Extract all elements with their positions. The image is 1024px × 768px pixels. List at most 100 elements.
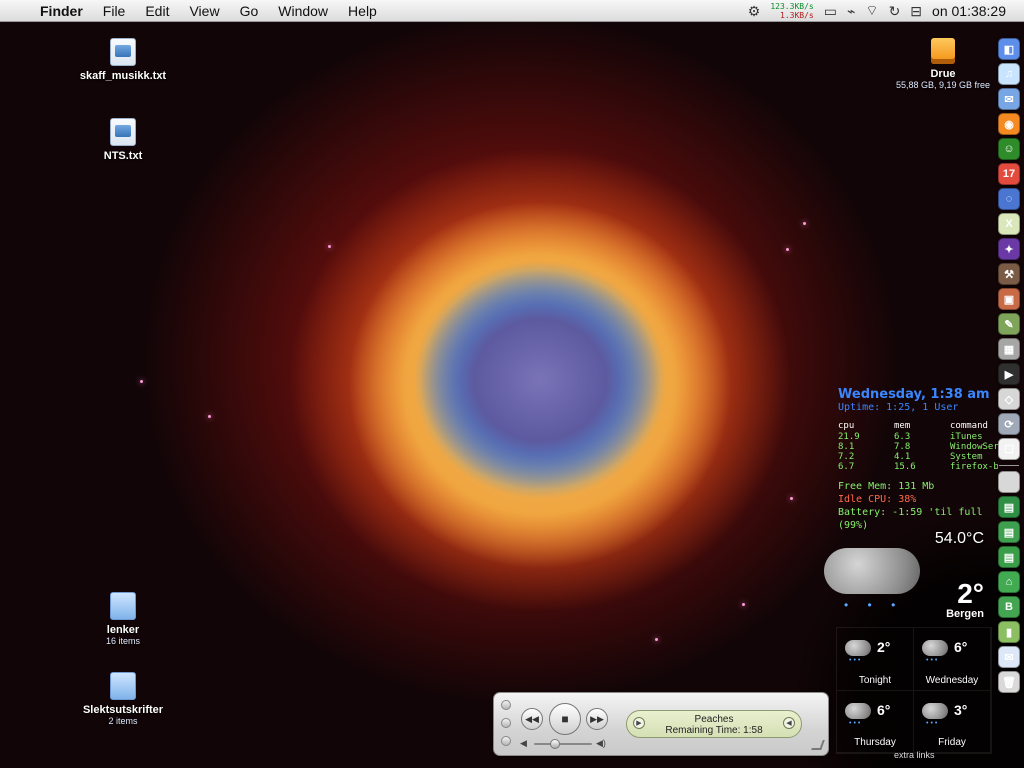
itunes-mini-player: ◀◀ ■ ▶▶ ◀ ◀) ▶ Peaches Remaining Time: 1… (493, 692, 829, 756)
edit-icon[interactable]: ✎ (998, 313, 1020, 335)
edit-menu[interactable]: Edit (135, 0, 179, 22)
file-menu[interactable]: File (93, 0, 136, 22)
text-file-icon (110, 38, 136, 66)
sync-icon[interactable]: ↻ (889, 3, 901, 20)
close-button[interactable] (501, 700, 511, 710)
mail-folder-icon[interactable]: ✉ (998, 646, 1020, 668)
desktop-folder-lenker[interactable]: lenker 16 items (68, 592, 178, 647)
gear-icon[interactable]: ⚙ (748, 3, 761, 20)
photo-icon[interactable]: ▣ (998, 288, 1020, 310)
space-icon[interactable]: ✦ (998, 238, 1020, 260)
activity-icon[interactable]: ⌁ (847, 3, 855, 20)
desktop-file-skaff-musikk[interactable]: skaff_musikk.txt (68, 38, 178, 82)
green-folder-5-icon[interactable]: B (998, 596, 1020, 618)
battery-icon[interactable]: ▭ (824, 3, 837, 20)
contacts-icon[interactable]: ☐ (998, 438, 1020, 460)
process-mem: 4.1 (894, 452, 911, 462)
process-row: 7.2 4.1 System (838, 452, 998, 462)
volume-slider-track[interactable] (534, 743, 592, 745)
track-info-right-button[interactable]: ◀ (783, 717, 795, 729)
cloud-icon (845, 640, 871, 656)
cpu-column-header: cpu (838, 421, 855, 431)
process-command: System (950, 452, 983, 462)
process-command: WindowServer (950, 442, 998, 452)
next-icon: ▶▶ (590, 713, 604, 724)
forecast-friday: ••• 3° Friday (914, 690, 991, 753)
star (786, 248, 789, 251)
extra-links-link[interactable]: extra links (894, 750, 935, 760)
volume-high-icon: ◀) (596, 738, 606, 748)
previous-track-button[interactable]: ◀◀ (521, 708, 543, 730)
x11-icon[interactable]: X (998, 213, 1020, 235)
desktop-drive-drue[interactable]: Drue 55,88 GB, 9,19 GB free (888, 38, 998, 91)
green-folder-4-icon[interactable]: ⌂ (998, 571, 1020, 593)
cloud-icon (845, 702, 871, 719)
free-memory: Free Mem: 131 Mb (838, 481, 935, 492)
wifi-icon[interactable]: ⌔ (865, 2, 878, 20)
stop-icon: ■ (561, 712, 569, 726)
rain-drops-icon: • • • (844, 598, 904, 612)
uptime-text: Uptime: 1:25, 1 User (838, 402, 959, 413)
zoom-button[interactable] (501, 736, 511, 746)
weather-widget[interactable]: 54.0°C • • • 2° Bergen ••• 2° Tonight ••… (820, 530, 992, 760)
calendar-icon[interactable]: 17 (998, 163, 1020, 185)
window-menu[interactable]: Window (268, 0, 338, 22)
process-mem: 7.8 (894, 442, 911, 452)
command-column-header: command (950, 421, 988, 431)
go-menu[interactable]: Go (230, 0, 269, 22)
text-file-icon (110, 118, 136, 146)
power-plug-icon[interactable]: ⊟ (910, 3, 922, 20)
process-command: firefox-bin (950, 462, 998, 472)
apple-icon[interactable] (998, 471, 1020, 493)
green-folder-2-icon[interactable]: ▤ (998, 521, 1020, 543)
forecast-temperature: 6° (877, 701, 891, 718)
process-cpu: 21.9 (838, 432, 860, 442)
firefox-icon[interactable]: ◉ (998, 113, 1020, 135)
finder-menu[interactable]: Finder (30, 0, 93, 22)
cloud-icon (824, 548, 920, 594)
desktop-file-nts[interactable]: NTS.txt (68, 118, 178, 162)
idle-cpu: Idle CPU: 38% (838, 494, 917, 505)
process-table-header: cpu mem command (838, 421, 998, 431)
folder-icon (110, 592, 136, 620)
cube-icon[interactable]: ◇ (998, 388, 1020, 410)
network-icon[interactable]: ◌ (998, 188, 1020, 210)
rain-drops-icon: ••• (849, 719, 863, 727)
help-menu[interactable]: Help (338, 0, 387, 22)
volume-slider-knob[interactable] (550, 739, 560, 749)
folder-label: lenker (106, 624, 140, 636)
sync-app-icon[interactable]: ⟳ (998, 413, 1020, 435)
process-cpu: 6.7 (838, 462, 855, 472)
mail-icon[interactable]: ✉ (998, 88, 1020, 110)
folder-count: 16 items (105, 636, 140, 646)
tools-icon[interactable]: ⚒ (998, 263, 1020, 285)
desktop-folder-slektsutskrifter[interactable]: Slektsutskrifter 2 items (68, 672, 178, 727)
minimize-button[interactable] (501, 718, 511, 728)
date-time-headline: Wednesday, 1:38 am (838, 387, 990, 402)
green-folder-3-icon[interactable]: ▤ (998, 546, 1020, 568)
view-menu[interactable]: View (179, 0, 229, 22)
battery-status: Battery: -1:59 'til full (99%) (838, 507, 983, 531)
green-folder-1-icon[interactable]: ▤ (998, 496, 1020, 518)
terminal-icon[interactable]: ▶ (998, 363, 1020, 385)
now-playing-display[interactable]: ▶ Peaches Remaining Time: 1:58 ◀ (626, 710, 802, 738)
process-command: iTunes (950, 432, 983, 442)
current-weather: 2° Bergen (946, 580, 984, 621)
system-monitor-widget: Wednesday, 1:38 am Uptime: 1:25, 1 User … (838, 387, 998, 532)
itunes-icon[interactable]: ♫ (998, 63, 1020, 85)
track-info-left-button[interactable]: ▶ (633, 717, 645, 729)
adium-icon[interactable]: ☺ (998, 138, 1020, 160)
calculator-icon[interactable]: ▦ (998, 338, 1020, 360)
drive-label: Drue (930, 68, 956, 80)
document-icon[interactable]: ▮ (998, 621, 1020, 643)
trash-icon[interactable]: 🗑 (998, 671, 1020, 693)
forecast-thursday: ••• 6° Thursday (837, 690, 914, 753)
resize-handle[interactable] (811, 740, 825, 750)
desktop-item-label: NTS.txt (103, 150, 143, 162)
finder-icon[interactable]: ◧ (998, 38, 1020, 60)
play-stop-button[interactable]: ■ (549, 703, 581, 735)
menu-clock[interactable]: on 01:38:29 (932, 3, 1006, 19)
volume-low-icon: ◀ (520, 738, 527, 748)
process-mem: 6.3 (894, 432, 911, 442)
next-track-button[interactable]: ▶▶ (586, 708, 608, 730)
